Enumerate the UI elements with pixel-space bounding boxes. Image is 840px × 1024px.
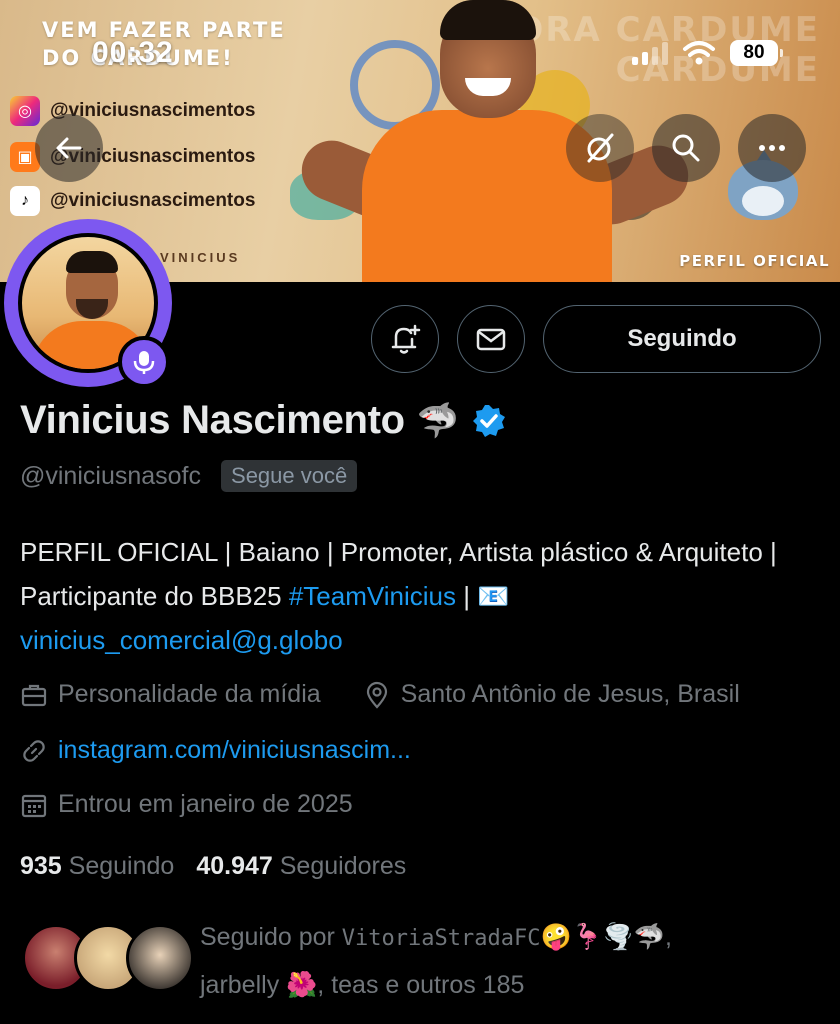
profile-handle: @viniciusnasofc: [20, 461, 202, 490]
wifi-icon: [683, 41, 715, 65]
envelope-icon: [476, 328, 506, 351]
search-button[interactable]: [652, 114, 720, 182]
banner-nickname: VINICIUS: [160, 250, 241, 265]
bio-separator: | 📧: [456, 581, 510, 611]
bell-plus-icon: [391, 324, 421, 354]
message-button[interactable]: [457, 305, 525, 373]
mutual-follower-avatar: [126, 924, 194, 992]
profile-category: Personalidade da mídia: [58, 680, 321, 708]
banner-badge: PERFIL OFICIAL: [679, 252, 830, 270]
location-pin-icon: [366, 681, 387, 709]
grok-button[interactable]: [566, 114, 634, 182]
verified-badge-icon[interactable]: [471, 403, 507, 439]
microphone-icon: [133, 351, 155, 374]
arrow-left-icon: [56, 137, 82, 159]
banner-social-tiktok: ♪ @viniciusnascimentos: [10, 186, 255, 216]
link-icon: [23, 739, 45, 762]
profile-handle-row: @viniciusnasofc Segue você: [20, 460, 358, 492]
profile-stats: 935 Seguindo 40.947 Seguidores: [20, 852, 406, 881]
more-options-button[interactable]: [738, 114, 806, 182]
battery-indicator: 80: [730, 40, 783, 66]
follows-you-badge: Segue você: [221, 460, 358, 492]
briefcase-icon: [21, 684, 47, 706]
profile-joined-date: Entrou em janeiro de 2025: [58, 790, 353, 818]
tiktok-icon: ♪: [10, 186, 40, 216]
followed-by-text[interactable]: Seguido por VitoriaStradaFC🤪🦩🌪️🦈, jarbel…: [200, 914, 820, 1008]
profile-website-link[interactable]: instagram.com/viniciusnascim...: [58, 736, 411, 765]
more-dots-icon: [759, 145, 785, 151]
grok-icon: [587, 133, 614, 163]
back-button[interactable]: [35, 114, 103, 182]
profile-meta-category-location: Personalidade da mídia Santo Antônio de …: [20, 680, 740, 709]
bio-email-link[interactable]: vinicius_comercial@g.globo: [20, 625, 343, 655]
profile-meta-website: instagram.com/viniciusnascim...: [20, 736, 411, 765]
bio-hashtag-link[interactable]: #TeamVinicius: [289, 581, 456, 611]
calendar-icon: [21, 794, 47, 817]
status-indicators: 80: [632, 40, 783, 66]
profile-meta-joined: Entrou em janeiro de 2025: [20, 790, 353, 819]
shark-emoji: 🦈: [416, 401, 460, 440]
status-time: 00:32: [92, 36, 174, 69]
profile-bio: PERFIL OFICIAL | Baiano | Promoter, Arti…: [20, 530, 820, 662]
profile-name: Vinicius Nascimento: [20, 398, 405, 442]
spaces-badge[interactable]: [118, 336, 170, 388]
profile-location: Santo Antônio de Jesus, Brasil: [400, 680, 740, 708]
following-button[interactable]: Seguindo: [543, 305, 821, 373]
followers-count-link[interactable]: 40.947 Seguidores: [196, 852, 406, 881]
following-count-link[interactable]: 935 Seguindo: [20, 852, 174, 881]
instagram-icon: ◎: [10, 96, 40, 126]
profile-name-row: Vinicius Nascimento 🦈: [20, 398, 507, 443]
cellular-signal-icon: [632, 41, 668, 65]
notifications-button[interactable]: [371, 305, 439, 373]
search-icon: [672, 134, 700, 162]
